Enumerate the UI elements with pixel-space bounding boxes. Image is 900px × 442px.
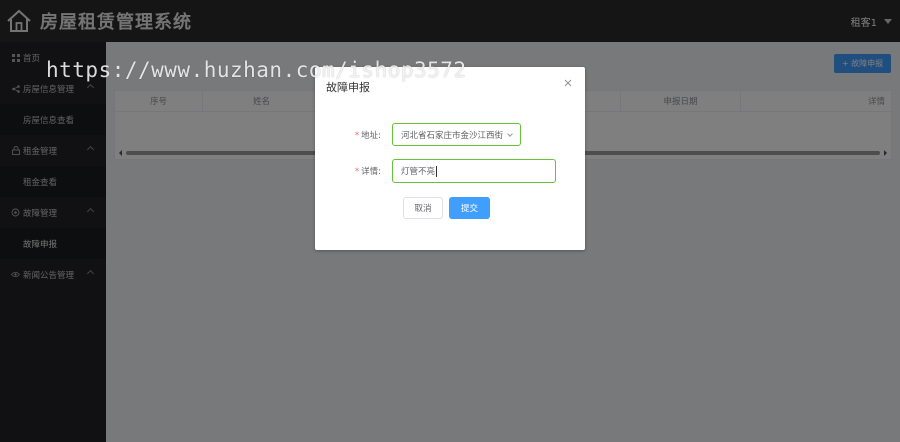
details-label: * 详情: (354, 167, 381, 177)
text-cursor (436, 165, 438, 177)
address-value: 河北省石家庄市金沙江西街道 (401, 130, 503, 141)
fault-report-dialog: 故障申报 * 地址: 河北省石家庄市金沙江西街道 * 详情: 灯管不亮 取消 提交 (315, 67, 585, 250)
chevron-down-icon (507, 131, 513, 137)
address-select[interactable]: 河北省石家庄市金沙江西街道 (392, 123, 521, 146)
details-input[interactable]: 灯管不亮 (392, 159, 556, 183)
details-row: * 详情: 灯管不亮 (315, 159, 556, 183)
details-value: 灯管不亮 (401, 167, 436, 177)
address-label: * 地址: (354, 130, 381, 141)
submit-button[interactable]: 提交 (449, 197, 490, 219)
address-row: * 地址: 河北省石家庄市金沙江西街道 (315, 123, 521, 146)
cancel-button[interactable]: 取消 (403, 197, 443, 219)
dialog-title: 故障申报 (326, 81, 370, 94)
close-icon[interactable] (563, 78, 573, 88)
